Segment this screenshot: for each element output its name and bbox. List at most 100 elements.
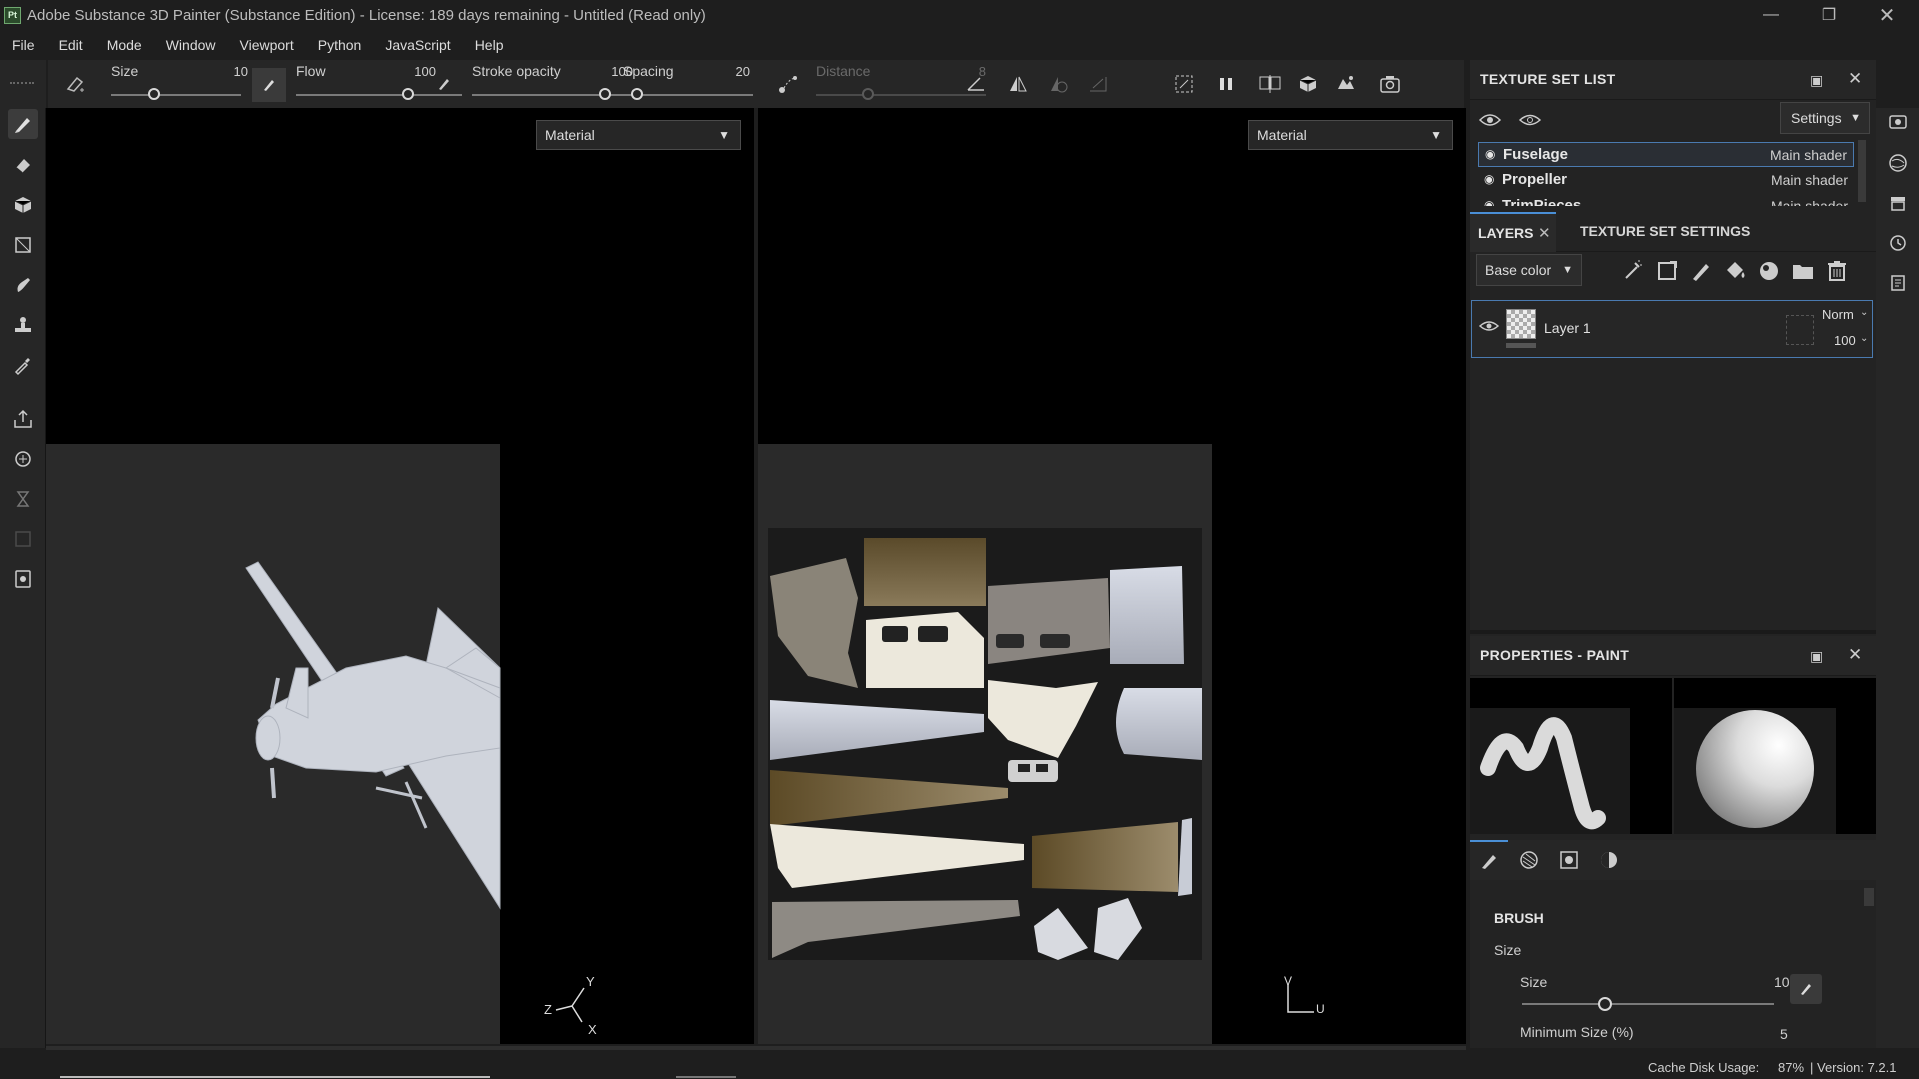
brush-size-pressure-button[interactable] xyxy=(1790,974,1822,1004)
delete-layer-icon[interactable] xyxy=(1824,258,1850,284)
add-mask-icon[interactable] xyxy=(1654,258,1680,284)
viewport-3d-material-select[interactable]: Material ▼ xyxy=(536,120,741,150)
split-view-icon[interactable] xyxy=(1256,70,1284,98)
assets-tool[interactable] xyxy=(8,564,38,594)
screenshot-camera-icon[interactable] xyxy=(1376,70,1404,98)
stencil-tab-icon[interactable] xyxy=(1558,849,1580,871)
blend-chevron-icon[interactable]: ⌄ xyxy=(1860,307,1868,318)
version-label: | Version: 7.2.1 xyxy=(1810,1060,1897,1075)
close-window-button[interactable]: ✕ xyxy=(1864,0,1910,30)
viewport-3d[interactable]: Material ▼ Y Z X xyxy=(46,108,754,1044)
material-tab-icon[interactable] xyxy=(1598,849,1620,871)
menu-file[interactable]: File xyxy=(0,30,47,60)
menu-window[interactable]: Window xyxy=(154,30,228,60)
alignment-icon[interactable] xyxy=(962,70,990,98)
menu-help[interactable]: Help xyxy=(463,30,516,60)
bake-tool[interactable] xyxy=(8,444,38,474)
lazy-mouse-icon[interactable] xyxy=(774,70,802,98)
distance-slider[interactable] xyxy=(816,94,986,96)
layer-visibility-icon[interactable] xyxy=(1478,315,1500,337)
window-title: Adobe Substance 3D Painter (Substance Ed… xyxy=(27,6,706,24)
eraser-tool[interactable] xyxy=(8,150,38,180)
texture-set-settings-dropdown[interactable]: Settings ▼ xyxy=(1780,102,1870,134)
eye-icon[interactable] xyxy=(1518,108,1542,132)
display-settings-icon[interactable] xyxy=(1332,70,1360,98)
history-dock-icon[interactable] xyxy=(1885,230,1911,256)
add-folder-icon[interactable] xyxy=(1790,258,1816,284)
uv-tool[interactable] xyxy=(8,524,38,554)
add-paint-layer-icon[interactable] xyxy=(1688,258,1714,284)
menu-python[interactable]: Python xyxy=(306,30,374,60)
timeline-tool[interactable] xyxy=(8,484,38,514)
menu-viewport[interactable]: Viewport xyxy=(228,30,306,60)
properties-close-icon[interactable]: ✕ xyxy=(1848,645,1862,665)
brush-preset-icon[interactable] xyxy=(62,70,90,98)
visibility-toggle-icon[interactable] xyxy=(1478,108,1502,132)
size-pen-pressure-button[interactable] xyxy=(252,68,286,102)
viewport-scrollbar[interactable] xyxy=(46,1046,1466,1050)
viewport-2d[interactable]: Material ▼ V U xyxy=(758,108,1466,1044)
minimize-button[interactable]: — xyxy=(1748,0,1794,30)
close-tab-icon[interactable]: ✕ xyxy=(1538,224,1551,242)
opacity-chevron-icon[interactable]: ⌄ xyxy=(1860,333,1868,344)
texture-set-row-fuselage[interactable]: ◉ Fuselage Main shader xyxy=(1478,142,1854,167)
display-settings-dock-icon[interactable] xyxy=(1885,110,1911,136)
brush-size-slider[interactable] xyxy=(1522,1003,1774,1005)
add-smart-material-icon[interactable] xyxy=(1756,258,1782,284)
clone-tool[interactable] xyxy=(8,310,38,340)
material-preview[interactable] xyxy=(1674,678,1876,834)
symmetry-icon[interactable] xyxy=(1004,70,1032,98)
properties-maximize-icon[interactable]: ▣ xyxy=(1810,648,1823,665)
viewport-2d-material-select[interactable]: Material ▼ xyxy=(1248,120,1453,150)
close-panel-icon[interactable]: ✕ xyxy=(1848,69,1862,89)
layer-mask-slot xyxy=(1786,315,1814,345)
flow-pen-pressure-icon[interactable] xyxy=(430,70,458,98)
texture-set-scrollbar[interactable] xyxy=(1858,140,1866,202)
symmetry-mirror-icon[interactable] xyxy=(1045,70,1073,98)
log-dock-icon[interactable] xyxy=(1885,270,1911,296)
brush-size-slider-handle[interactable] xyxy=(1598,997,1612,1011)
menu-edit[interactable]: Edit xyxy=(47,30,95,60)
distance-slider-handle[interactable] xyxy=(862,88,874,100)
polygon-fill-tool[interactable] xyxy=(8,230,38,260)
stroke-opacity-slider-handle[interactable] xyxy=(599,88,611,100)
restore-button[interactable]: ❐ xyxy=(1806,0,1852,30)
texture-set-row-propeller[interactable]: ◉ Propeller Main shader xyxy=(1478,168,1854,193)
layer-name[interactable]: Layer 1 xyxy=(1544,320,1591,336)
properties-scrollbar[interactable] xyxy=(1864,888,1874,906)
environment-dock-icon[interactable] xyxy=(1885,150,1911,176)
layer-opacity[interactable]: 100 xyxy=(1834,333,1856,348)
menu-mode[interactable]: Mode xyxy=(95,30,154,60)
3d-view-icon[interactable] xyxy=(1294,70,1322,98)
alpha-tab-icon[interactable] xyxy=(1518,849,1540,871)
projection-tool[interactable] xyxy=(8,190,38,220)
flow-slider-handle[interactable] xyxy=(402,88,414,100)
tab-texture-set-settings[interactable]: TEXTURE SET SETTINGS xyxy=(1580,223,1750,239)
pause-icon[interactable] xyxy=(1212,70,1240,98)
brush-size-value: 10 xyxy=(1774,974,1790,990)
export-tool[interactable] xyxy=(8,404,38,434)
paint-brush-tool[interactable] xyxy=(8,109,38,139)
layer-row[interactable]: Layer 1 Norm ⌄ 100 ⌄ xyxy=(1471,300,1873,358)
add-fill-layer-icon[interactable] xyxy=(1722,258,1748,284)
spacing-label: Spacing xyxy=(623,63,674,79)
brush-tab-icon[interactable] xyxy=(1470,840,1508,880)
camera-frame-icon[interactable] xyxy=(1170,70,1198,98)
texture-set-row-trimpieces[interactable]: ◉ TrimPieces Main shader xyxy=(1478,194,1854,206)
shelf-dock-icon[interactable] xyxy=(1885,190,1911,216)
color-picker-tool[interactable] xyxy=(8,350,38,380)
smudge-tool[interactable] xyxy=(8,270,38,300)
tab-layers[interactable]: LAYERS ✕ xyxy=(1470,212,1556,252)
panel-splitter[interactable] xyxy=(1470,630,1876,634)
menu-javascript[interactable]: JavaScript xyxy=(373,30,462,60)
texture-set-list-title: TEXTURE SET LIST xyxy=(1480,71,1616,87)
size-slider[interactable] xyxy=(111,94,241,96)
brush-alpha-preview[interactable] xyxy=(1470,678,1672,834)
layer-blend-mode[interactable]: Norm xyxy=(1822,307,1854,322)
size-slider-handle[interactable] xyxy=(148,88,160,100)
spacing-slider-handle[interactable] xyxy=(631,88,643,100)
physical-paint-icon[interactable] xyxy=(1084,70,1112,98)
maximize-icon[interactable]: ▣ xyxy=(1810,72,1823,89)
add-effect-icon[interactable] xyxy=(1620,258,1646,284)
channel-select[interactable]: Base color ▼ xyxy=(1476,254,1582,286)
